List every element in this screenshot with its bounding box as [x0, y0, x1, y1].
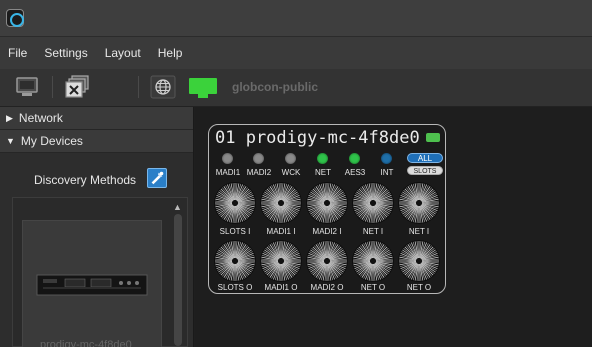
device-status-icon [426, 133, 440, 142]
led-wck [285, 153, 296, 164]
menu-file[interactable]: File [8, 46, 27, 60]
meter-net-out [352, 240, 394, 282]
discovery-settings-icon[interactable] [147, 168, 167, 188]
all-button[interactable]: ALL [407, 153, 443, 163]
monitor-icon[interactable] [14, 75, 40, 99]
sidebar-item-my-devices[interactable]: ▼ My Devices [0, 130, 193, 153]
scrollbar-thumb[interactable] [174, 214, 182, 346]
close-windows-icon[interactable] [64, 75, 92, 99]
led-label: NET [315, 168, 331, 177]
network-name: globcon-public [232, 80, 318, 94]
meter-label: SLOTS I [219, 227, 251, 236]
toolbar: globcon-public [0, 69, 592, 107]
led-label: AES3 [344, 168, 366, 177]
led-int [381, 153, 392, 164]
meter-slots-in [214, 182, 256, 224]
meter-madi2-in [306, 182, 348, 224]
app-logo-icon [6, 9, 24, 27]
meter-madi2-out [306, 240, 348, 282]
menu-settings[interactable]: Settings [44, 46, 87, 60]
device-hardware-icon [36, 274, 148, 296]
collapse-arrow-icon[interactable]: ▼ [6, 136, 15, 146]
meter-label: MADI2 O [310, 283, 344, 292]
device-title: 01 prodigy-mc-4f8de0 [215, 128, 420, 148]
meter-madi1-in [260, 182, 302, 224]
meter-label: NET O [360, 283, 386, 292]
device-list: prodigy-mc-4f8de0 ▲ [12, 197, 188, 347]
meter-label: NET O [406, 283, 432, 292]
network-status-icon [189, 78, 217, 98]
sidebar-item-label: My Devices [20, 134, 83, 148]
network-globe-icon[interactable] [150, 75, 176, 99]
discovery-methods-label: Discovery Methods [34, 173, 137, 187]
expand-arrow-icon[interactable]: ▶ [6, 113, 13, 124]
menu-bar: File Settings Layout Help [0, 37, 592, 69]
meter-net-out [398, 240, 440, 282]
meter-label: MADI1 O [264, 283, 298, 292]
meter-label: MADI2 I [312, 227, 342, 236]
meter-slots-out [214, 240, 256, 282]
device-panel[interactable]: 01 prodigy-mc-4f8de0 MADI1 MADI2 WCK NET… [208, 124, 446, 294]
device-list-scrollbar[interactable]: ▲ [171, 200, 185, 346]
meter-label: NET I [408, 227, 430, 236]
device-card-caption: prodigy-mc-4f8de0 [40, 339, 132, 347]
sidebar: ▶ Network ▼ My Devices Discovery Methods… [0, 107, 194, 347]
led-madi2 [253, 153, 264, 164]
sidebar-item-network[interactable]: ▶ Network [0, 107, 193, 130]
menu-layout[interactable]: Layout [105, 46, 141, 60]
window-titlebar [0, 0, 592, 37]
meter-label: SLOTS O [217, 283, 253, 292]
meter-net-in [398, 182, 440, 224]
meter-madi1-out [260, 240, 302, 282]
scroll-up-icon[interactable]: ▲ [173, 202, 182, 212]
sidebar-item-label: Network [18, 111, 63, 125]
led-madi1 [222, 153, 233, 164]
meter-label: NET I [362, 227, 384, 236]
menu-help[interactable]: Help [158, 46, 183, 60]
led-label: INT [380, 168, 394, 177]
meter-label: MADI1 I [266, 227, 296, 236]
toolbar-separator [52, 76, 53, 98]
meter-net-in [352, 182, 394, 224]
led-label: MADI2 [246, 168, 272, 177]
toolbar-separator [138, 76, 139, 98]
slots-button[interactable]: SLOTS [407, 166, 443, 175]
led-label: WCK [281, 168, 301, 177]
led-net [317, 153, 328, 164]
device-card[interactable]: prodigy-mc-4f8de0 [22, 220, 162, 347]
led-aes3 [349, 153, 360, 164]
